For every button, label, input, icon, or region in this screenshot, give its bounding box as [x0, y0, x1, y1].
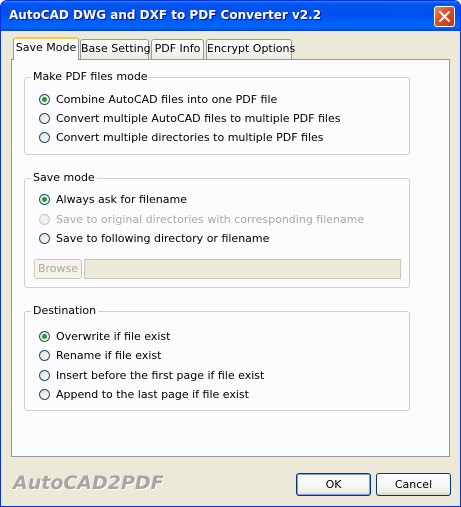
tab-save-mode[interactable]: Save Mode: [13, 37, 79, 60]
radio-label: Combine AutoCAD files into one PDF file: [56, 93, 278, 106]
tab-encrypt-options[interactable]: Encrypt Options: [206, 39, 296, 59]
tab-label: Encrypt Options: [207, 42, 296, 55]
browse-button: Browse: [34, 259, 82, 279]
radio-button: [39, 214, 50, 225]
radio-label: Save to following directory or filename: [56, 232, 270, 245]
tab-base-setting[interactable]: Base Setting: [80, 39, 151, 59]
dialog-window: AutoCAD DWG and DXF to PDF Converter v2.…: [0, 0, 461, 507]
group-legend: Save mode: [31, 171, 97, 184]
radio-label: Rename if file exist: [56, 349, 162, 362]
radio-button[interactable]: [39, 389, 50, 400]
ok-button[interactable]: OK: [296, 473, 371, 496]
radio-label: Overwrite if file exist: [56, 330, 171, 343]
radio-button[interactable]: [39, 94, 50, 105]
tab-label: PDF Info: [154, 42, 201, 55]
cancel-button[interactable]: Cancel: [376, 473, 451, 496]
radio-button[interactable]: [39, 132, 50, 143]
tab-panel-save-mode: Make PDF files mode Combine AutoCAD file…: [11, 59, 450, 457]
radio-label: Always ask for filename: [56, 193, 187, 206]
tab-label: Save Mode: [15, 41, 77, 54]
radio-label: Convert multiple directories to multiple…: [56, 131, 324, 144]
radio-label: Insert before the first page if file exi…: [56, 369, 265, 382]
make-pdf-mode-group: Make PDF files mode Combine AutoCAD file…: [24, 70, 410, 155]
tab-pdf-info[interactable]: PDF Info: [151, 39, 204, 59]
radio-label: Save to original directories with corres…: [56, 213, 365, 226]
window-title: AutoCAD DWG and DXF to PDF Converter v2.…: [9, 8, 322, 22]
group-legend: Make PDF files mode: [31, 70, 150, 83]
brand-logo-text: AutoCAD2PDF: [13, 472, 164, 494]
radio-button[interactable]: [39, 233, 50, 244]
close-icon: [439, 11, 450, 22]
group-legend: Destination: [31, 304, 99, 317]
radio-button[interactable]: [39, 113, 50, 124]
radio-button[interactable]: [39, 194, 50, 205]
radio-label: Convert multiple AutoCAD files to multip…: [56, 112, 341, 125]
close-button[interactable]: [434, 6, 455, 27]
tab-label: Base Setting: [81, 42, 151, 55]
output-path-field: [84, 259, 401, 279]
title-bar[interactable]: AutoCAD DWG and DXF to PDF Converter v2.…: [1, 1, 460, 31]
radio-button[interactable]: [39, 370, 50, 381]
radio-label: Append to the last page if file exist: [56, 388, 249, 401]
radio-button[interactable]: [39, 350, 50, 361]
radio-button[interactable]: [39, 331, 50, 342]
destination-group: Destination Overwrite if file exist Rena…: [24, 304, 410, 411]
